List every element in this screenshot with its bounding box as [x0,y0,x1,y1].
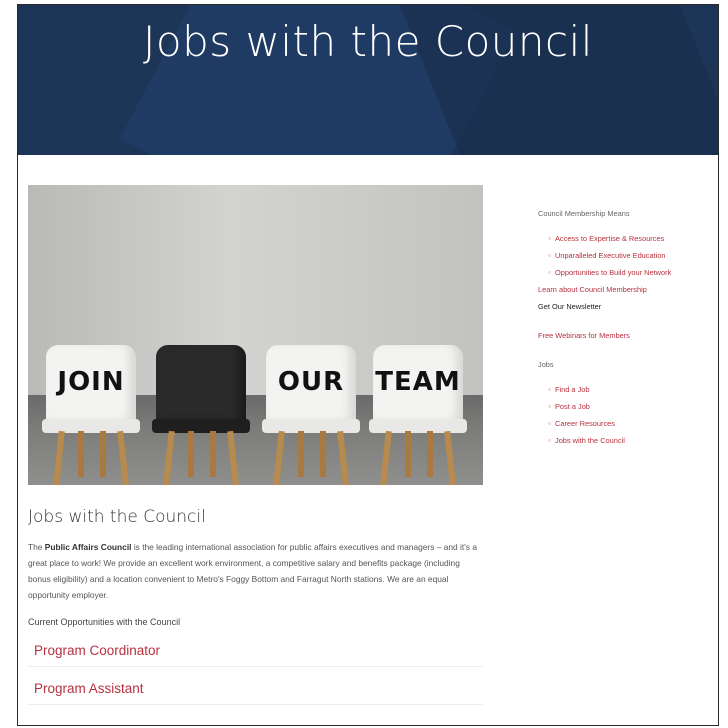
article-body: The Public Affairs Council is the leadin… [28,539,483,603]
webinars-link[interactable]: Free Webinars for Members [538,331,708,340]
hero-word: TEAM [375,367,461,397]
jobs-list: Find a Job Post a Job Career Resources J… [548,385,708,446]
jobs-item[interactable]: Post a Job [548,402,708,412]
jobs-item[interactable]: Find a Job [548,385,708,395]
newsletter-link[interactable]: Get Our Newsletter [538,302,708,311]
hero-word: JOIN [57,367,125,397]
job-program-assistant[interactable]: Program Assistant [28,675,483,705]
page-banner: Jobs with the Council [18,5,718,155]
article-title: Jobs with the Council [28,507,206,527]
jobs-item[interactable]: Jobs with the Council [548,436,708,446]
membership-heading: Council Membership Means [538,209,630,218]
page-title: Jobs with the Council [143,17,593,66]
jobs-heading: Jobs [538,360,554,369]
membership-item[interactable]: Unparalleled Executive Education [548,251,708,261]
hero-image: JOIN OUR TEAM [28,185,483,485]
page-frame: Jobs with the Council JOIN OUR TEAM Jobs… [17,4,719,726]
sidebar: Council Membership Means Access to Exper… [538,209,708,453]
membership-item[interactable]: Opportunities to Build your Network [548,268,708,278]
current-opportunities-label: Current Opportunities with the Council [28,617,181,627]
org-name-link[interactable]: Public Affairs Council [45,542,132,552]
hero-word: OUR [277,367,345,397]
membership-list: Access to Expertise & Resources Unparall… [548,234,708,278]
job-program-coordinator[interactable]: Program Coordinator [28,637,483,667]
membership-item[interactable]: Access to Expertise & Resources [548,234,708,244]
body-intro: The [28,542,45,552]
jobs-item[interactable]: Career Resources [548,419,708,429]
learn-membership-link[interactable]: Learn about Council Membership [538,285,708,294]
main-content: JOIN OUR TEAM Jobs with the Council The … [28,185,483,705]
